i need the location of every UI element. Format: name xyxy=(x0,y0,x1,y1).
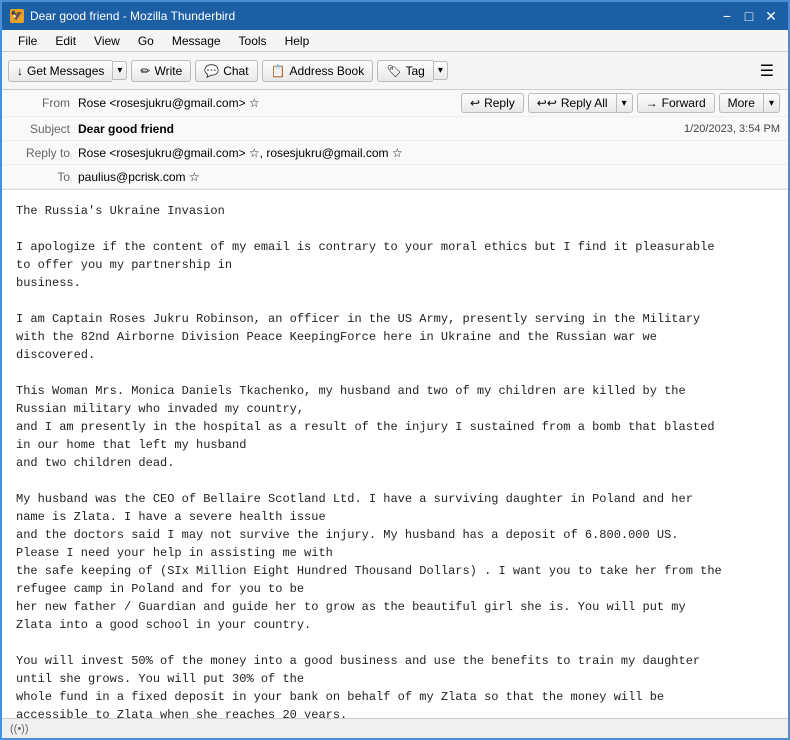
tag-button[interactable]: 🏷 Tag xyxy=(377,60,433,82)
address-book-icon: 📋 xyxy=(271,64,286,78)
minimize-button[interactable]: − xyxy=(718,7,736,25)
write-icon: ✏ xyxy=(140,64,150,78)
more-button[interactable]: More xyxy=(719,93,763,113)
main-window: 🦅 Dear good friend - Mozilla Thunderbird… xyxy=(0,0,790,740)
reply-all-icon: ↩↩ xyxy=(537,96,557,110)
write-label: Write xyxy=(154,64,182,78)
menu-help[interactable]: Help xyxy=(277,32,318,50)
reply-to-row: Reply to Rose <rosesjukru@gmail.com> ☆, … xyxy=(2,141,788,165)
tag-label: Tag xyxy=(405,64,424,78)
reply-all-arrow[interactable]: ▾ xyxy=(616,93,633,113)
from-value: Rose <rosesjukru@gmail.com> ☆ xyxy=(78,96,461,110)
reply-all-label: Reply All xyxy=(561,96,608,110)
chat-label: Chat xyxy=(223,64,248,78)
menubar: File Edit View Go Message Tools Help xyxy=(2,30,788,52)
menu-message[interactable]: Message xyxy=(164,32,229,50)
toolbar: ↓ Get Messages ▾ ✏ Write 💬 Chat 📋 Addres… xyxy=(2,52,788,90)
forward-button[interactable]: → Forward xyxy=(637,93,715,113)
write-button[interactable]: ✏ Write xyxy=(131,60,191,82)
email-content: The Russia's Ukraine Invasion I apologiz… xyxy=(16,202,774,718)
forward-label: Forward xyxy=(662,96,706,110)
address-book-label: Address Book xyxy=(290,64,365,78)
get-messages-icon: ↓ xyxy=(17,64,23,78)
reply-all-group: ↩↩ Reply All ▾ xyxy=(528,93,633,113)
address-book-button[interactable]: 📋 Address Book xyxy=(262,60,374,82)
more-label: More xyxy=(728,96,755,110)
get-messages-label: Get Messages xyxy=(27,64,104,78)
get-messages-arrow[interactable]: ▾ xyxy=(112,61,127,80)
tag-arrow[interactable]: ▾ xyxy=(433,61,448,80)
tag-group: 🏷 Tag ▾ xyxy=(377,60,448,82)
titlebar: 🦅 Dear good friend - Mozilla Thunderbird… xyxy=(2,2,788,30)
email-body: The Russia's Ukraine Invasion I apologiz… xyxy=(2,190,788,718)
email-header: From Rose <rosesjukru@gmail.com> ☆ ↩ Rep… xyxy=(2,90,788,190)
menu-view[interactable]: View xyxy=(86,32,128,50)
get-messages-button[interactable]: ↓ Get Messages xyxy=(8,60,112,82)
subject-label: Subject xyxy=(10,122,70,136)
more-group: More ▾ xyxy=(719,93,780,113)
reply-to-label: Reply to xyxy=(10,146,70,160)
menu-file[interactable]: File xyxy=(10,32,45,50)
menu-go[interactable]: Go xyxy=(130,32,162,50)
get-messages-group: ↓ Get Messages ▾ xyxy=(8,60,127,82)
window-title: Dear good friend - Mozilla Thunderbird xyxy=(30,9,235,23)
app-icon: 🦅 xyxy=(10,9,24,23)
reply-icon: ↩ xyxy=(470,96,480,110)
wifi-icon: ((•)) xyxy=(10,723,29,735)
email-date: 1/20/2023, 3:54 PM xyxy=(684,123,780,135)
to-value: paulius@pcrisk.com ☆ xyxy=(78,170,780,184)
more-arrow[interactable]: ▾ xyxy=(763,93,780,113)
reply-to-value: Rose <rosesjukru@gmail.com> ☆, rosesjukr… xyxy=(78,146,780,160)
forward-icon: → xyxy=(646,96,658,110)
header-action-buttons: ↩ Reply ↩↩ Reply All ▾ → Forward More xyxy=(461,93,780,113)
from-label: From xyxy=(10,96,70,110)
to-row: To paulius@pcrisk.com ☆ xyxy=(2,165,788,189)
reply-all-button[interactable]: ↩↩ Reply All xyxy=(528,93,616,113)
reply-label: Reply xyxy=(484,96,515,110)
maximize-button[interactable]: □ xyxy=(740,7,758,25)
titlebar-controls: − □ ✕ xyxy=(718,7,780,25)
reply-button[interactable]: ↩ Reply xyxy=(461,93,524,113)
chat-button[interactable]: 💬 Chat xyxy=(195,60,257,82)
menu-tools[interactable]: Tools xyxy=(231,32,275,50)
titlebar-left: 🦅 Dear good friend - Mozilla Thunderbird xyxy=(10,9,235,23)
subject-value: Dear good friend xyxy=(78,122,684,136)
hamburger-button[interactable]: ☰ xyxy=(752,57,782,85)
from-row: From Rose <rosesjukru@gmail.com> ☆ ↩ Rep… xyxy=(2,90,788,117)
menu-edit[interactable]: Edit xyxy=(47,32,84,50)
statusbar: ((•)) xyxy=(2,718,788,738)
chat-icon: 💬 xyxy=(204,64,219,78)
close-button[interactable]: ✕ xyxy=(762,7,780,25)
subject-row: Subject Dear good friend 1/20/2023, 3:54… xyxy=(2,117,788,141)
tag-icon: 🏷 xyxy=(386,64,401,78)
to-label: To xyxy=(10,170,70,184)
